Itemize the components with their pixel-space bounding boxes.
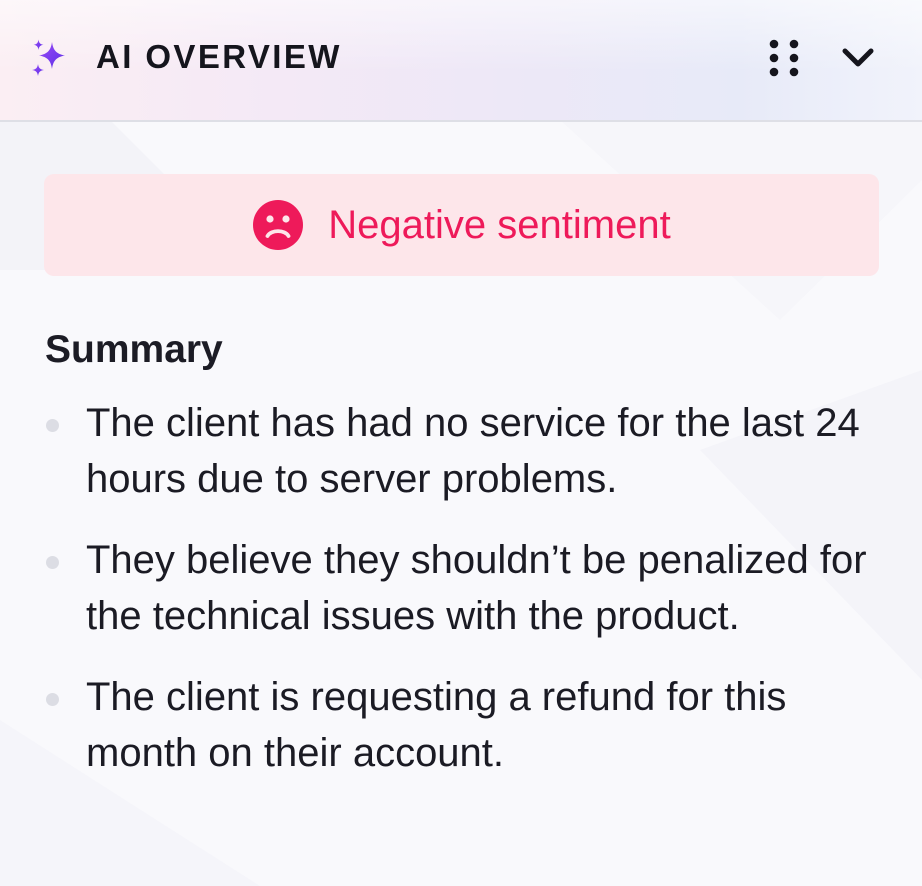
sentiment-label: Negative sentiment: [328, 203, 671, 247]
ai-overview-panel: AI OVERVIEW Negative sentiment Summary T…: [0, 0, 922, 886]
sentiment-badge: Negative sentiment: [44, 174, 879, 276]
bullet-dot: [46, 556, 59, 569]
overview-title: AI OVERVIEW: [96, 38, 342, 75]
summary-item-text: They believe they shouldn’t be penalized…: [86, 538, 867, 638]
bullet-dot: [46, 419, 59, 432]
summary-item: The client is requesting a refund for th…: [45, 669, 885, 781]
summary-heading: Summary: [45, 328, 223, 371]
overview-header: AI OVERVIEW: [0, 0, 922, 122]
summary-item: They believe they shouldn’t be penalized…: [45, 532, 885, 644]
bullet-dot: [46, 693, 59, 706]
chevron-down-icon[interactable]: [836, 38, 880, 78]
summary-list: The client has had no service for the la…: [45, 395, 885, 806]
sparkle-icon: [32, 39, 65, 76]
summary-item-text: The client is requesting a refund for th…: [86, 675, 787, 775]
summary-item: The client has had no service for the la…: [45, 395, 885, 507]
drag-handle-icon[interactable]: [764, 36, 804, 80]
summary-item-text: The client has had no service for the la…: [86, 401, 860, 501]
frown-icon: [253, 200, 304, 250]
